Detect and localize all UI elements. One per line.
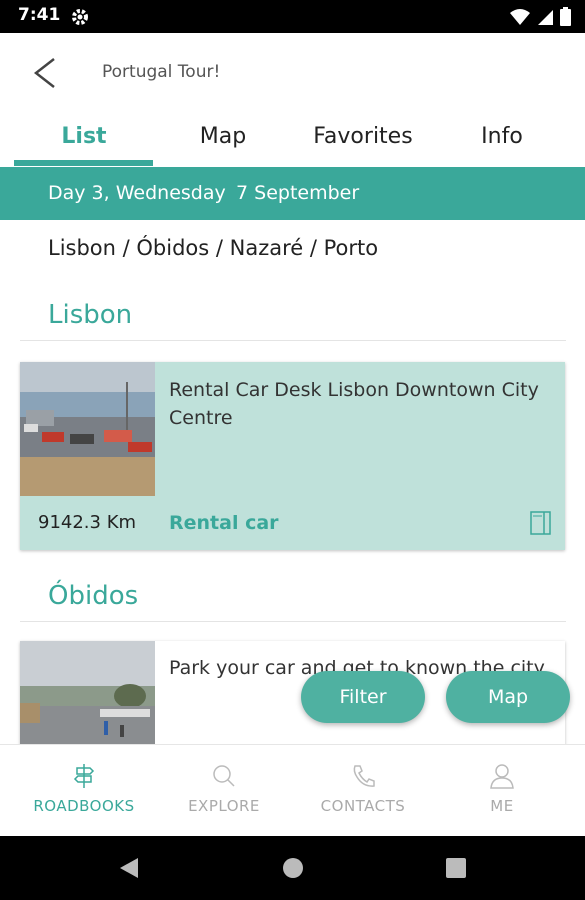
section-divider (20, 340, 566, 341)
section-title-obidos: Óbidos (48, 581, 139, 611)
nav-contacts[interactable]: CONTACTS (293, 745, 433, 837)
bookmark-book-icon[interactable] (529, 510, 553, 540)
day-header: Day 3, Wednesday 7 September (0, 167, 585, 220)
tab-map[interactable]: Map (150, 113, 296, 167)
poi-category: Rental car (169, 512, 279, 534)
poi-description: Rental Car Desk Lisbon Downtown City Cen… (169, 379, 539, 429)
home-circle-icon[interactable] (282, 857, 304, 879)
status-time: 7:41 (18, 5, 61, 25)
nav-explore[interactable]: EXPLORE (154, 745, 294, 837)
tab-bar: List Map Favorites Info (0, 113, 585, 167)
tab-list[interactable]: List (11, 113, 157, 167)
person-icon (490, 763, 514, 793)
app-bar: Portugal Tour! (0, 33, 585, 113)
nav-label: CONTACTS (320, 797, 406, 815)
poi-photo (20, 641, 155, 751)
tab-favorites[interactable]: Favorites (290, 113, 436, 167)
day-label: Day 3, Wednesday (48, 182, 226, 204)
filter-button[interactable]: Filter (301, 671, 425, 723)
poi-photo (20, 362, 155, 496)
section-title-lisbon: Lisbon (48, 300, 133, 330)
page-title: Portugal Tour! (102, 62, 221, 82)
system-navigation-bar (0, 836, 585, 900)
back-triangle-icon[interactable] (118, 857, 140, 879)
poi-distance: 9142.3 Km (38, 512, 137, 533)
back-arrow-icon[interactable] (26, 53, 66, 93)
poi-card-rental-car[interactable]: Rental Car Desk Lisbon Downtown City Cen… (20, 362, 565, 550)
search-icon (212, 763, 236, 793)
wifi-icon (510, 8, 530, 25)
phone-icon (351, 763, 375, 793)
tab-info[interactable]: Info (429, 113, 575, 167)
section-divider (20, 621, 566, 622)
nav-me[interactable]: ME (432, 745, 572, 837)
nav-label: ROADBOOKS (33, 797, 135, 815)
route-summary: Lisbon / Óbidos / Nazaré / Porto (48, 236, 379, 260)
nav-label: ME (490, 797, 514, 815)
bottom-navigation: ROADBOOKS EXPLORE CONTACTS ME (0, 744, 585, 837)
day-date: 7 September (236, 182, 360, 204)
nav-label: EXPLORE (188, 797, 260, 815)
settings-gear-icon (70, 7, 90, 31)
nav-roadbooks[interactable]: ROADBOOKS (14, 745, 154, 837)
battery-icon (560, 7, 571, 26)
recents-square-icon[interactable] (446, 858, 466, 878)
status-indicators (510, 7, 571, 26)
signpost-icon (72, 763, 96, 793)
map-button[interactable]: Map (446, 671, 570, 723)
active-tab-indicator (14, 160, 153, 166)
status-bar: 7:41 (0, 0, 585, 33)
signal-icon (538, 9, 553, 25)
